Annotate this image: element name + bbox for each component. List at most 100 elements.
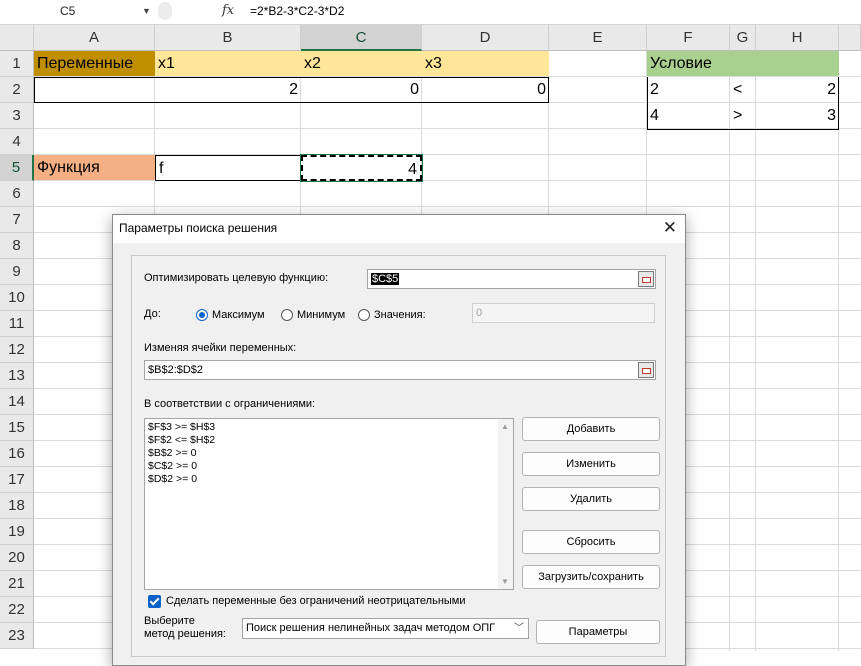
cell-f2[interactable]: 2 (647, 77, 730, 102)
range-select-icon[interactable] (638, 362, 654, 378)
radio-min-label[interactable]: Минимум (297, 309, 345, 321)
nonneg-checkbox[interactable] (148, 595, 161, 608)
gridline (729, 51, 730, 651)
cell-h2[interactable]: 2 (756, 77, 839, 102)
col-header-b[interactable]: B (155, 25, 301, 51)
delete-button[interactable]: Удалить (522, 487, 660, 511)
changing-cells-label: Изменяя ячейки переменных: (144, 342, 297, 354)
row-header-17[interactable]: 17 (0, 467, 34, 493)
radio-value-label[interactable]: Значения: (374, 309, 426, 321)
col-header-h[interactable]: H (756, 25, 839, 51)
row-header-18[interactable]: 18 (0, 493, 34, 519)
cell-d2[interactable]: 0 (422, 77, 549, 102)
row-header-16[interactable]: 16 (0, 441, 34, 467)
radio-max[interactable] (196, 309, 208, 321)
cell-b5[interactable]: f (155, 155, 301, 181)
col-header-g[interactable]: G (730, 25, 756, 51)
col-header-f[interactable]: F (647, 25, 730, 51)
formula-input[interactable]: =2*B2-3*C2-3*D2 (250, 1, 344, 22)
chevron-down-icon[interactable]: ﹀ (514, 619, 524, 638)
range-select-icon[interactable] (638, 271, 654, 287)
chevron-down-icon[interactable]: ▼ (142, 1, 151, 22)
col-header-a[interactable]: A (34, 25, 155, 51)
list-item[interactable]: $F$2 <= $H$2 (145, 434, 513, 447)
cell-h3[interactable]: 3 (756, 103, 839, 128)
list-item[interactable]: $C$2 >= 0 (145, 460, 513, 473)
cell-g3[interactable]: > (730, 103, 756, 128)
row-header-8[interactable]: 8 (0, 233, 34, 259)
row-header-4[interactable]: 4 (0, 129, 34, 155)
objective-input[interactable]: $C$5 (367, 269, 656, 289)
cell-g2[interactable]: < (730, 77, 756, 102)
radio-max-label[interactable]: Максимум (212, 309, 265, 321)
formula-bar-grip (158, 2, 172, 20)
cell-c2[interactable]: 0 (301, 77, 422, 102)
row-header-15[interactable]: 15 (0, 415, 34, 441)
row-header-10[interactable]: 10 (0, 285, 34, 311)
row-header-9[interactable]: 9 (0, 259, 34, 285)
row-header-22[interactable]: 22 (0, 597, 34, 623)
name-box-value: C5 (60, 4, 76, 18)
row-header-21[interactable]: 21 (0, 571, 34, 597)
changing-cells-value: $B$2:$D$2 (148, 364, 204, 376)
gridline (34, 206, 861, 207)
row-header-13[interactable]: 13 (0, 363, 34, 389)
scroll-down-icon[interactable]: ▼ (501, 577, 509, 586)
add-button[interactable]: Добавить (522, 417, 660, 441)
col-header-d[interactable]: D (422, 25, 549, 51)
list-item[interactable]: $B$2 >= 0 (145, 447, 513, 460)
list-item[interactable]: $D$2 >= 0 (145, 473, 513, 486)
constraints-scrollbar[interactable]: ▲ ▼ (498, 419, 513, 589)
dialog-titlebar[interactable]: Параметры поиска решения ✕ (113, 215, 685, 243)
objective-value: $C$5 (371, 273, 400, 285)
options-button[interactable]: Параметры (536, 620, 660, 644)
row-header-20[interactable]: 20 (0, 545, 34, 571)
cell-c5-active[interactable]: 4 (300, 154, 423, 182)
cell-b1[interactable]: x1 (155, 51, 301, 76)
value-input[interactable]: 0 (472, 303, 655, 323)
col-header-c[interactable]: C (301, 25, 422, 51)
nonneg-checkbox-label[interactable]: Сделать переменные без ограничений неотр… (166, 595, 466, 607)
objective-label: Оптимизировать целевую функцию: (144, 272, 329, 284)
scroll-up-icon[interactable]: ▲ (501, 422, 509, 431)
cell-f1[interactable]: Условие (647, 51, 839, 76)
radio-min[interactable] (281, 309, 293, 321)
function-icon[interactable]: fx (222, 1, 234, 21)
col-header-i[interactable] (839, 25, 861, 51)
row-header-2[interactable]: 2 (0, 77, 34, 103)
row-header-19[interactable]: 19 (0, 519, 34, 545)
radio-value[interactable] (358, 309, 370, 321)
method-select-value: Поиск решения нелинейных задач методом О… (246, 622, 496, 634)
gridline (755, 51, 756, 651)
row-header-23[interactable]: 23 (0, 623, 34, 649)
row-header-14[interactable]: 14 (0, 389, 34, 415)
col-header-e[interactable]: E (549, 25, 647, 51)
row-header-5[interactable]: 5 (0, 155, 34, 181)
cell-d1[interactable]: x3 (422, 51, 549, 76)
name-box[interactable]: C5 ▼ (0, 1, 151, 22)
changing-cells-input[interactable]: $B$2:$D$2 (144, 360, 656, 380)
load-save-button[interactable]: Загрузить/сохранить (522, 565, 660, 589)
dialog-title: Параметры поиска решения (119, 221, 278, 235)
gridline (838, 51, 839, 651)
row-header-1[interactable]: 1 (0, 51, 34, 77)
cell-a5[interactable]: Функция (34, 155, 155, 180)
reset-button[interactable]: Сбросить (522, 530, 660, 554)
change-button[interactable]: Изменить (522, 452, 660, 476)
row-header-3[interactable]: 3 (0, 103, 34, 129)
row-header-7[interactable]: 7 (0, 207, 34, 233)
row-header-12[interactable]: 12 (0, 337, 34, 363)
close-icon[interactable]: ✕ (663, 218, 677, 238)
to-label: До: (144, 308, 161, 320)
row-header-6[interactable]: 6 (0, 181, 34, 207)
constraints-list[interactable]: $F$3 >= $H$3 $F$2 <= $H$2 $B$2 >= 0 $C$2… (144, 418, 514, 590)
method-label-line2: метод решения: (144, 628, 226, 640)
select-all-corner[interactable] (0, 25, 34, 51)
list-item[interactable]: $F$3 >= $H$3 (145, 421, 513, 434)
cell-b2[interactable]: 2 (155, 77, 301, 102)
method-select[interactable]: Поиск решения нелинейных задач методом О… (242, 618, 529, 639)
cell-a1[interactable]: Переменные (34, 51, 155, 76)
row-header-11[interactable]: 11 (0, 311, 34, 337)
cell-c1[interactable]: x2 (301, 51, 422, 76)
cell-f3[interactable]: 4 (647, 103, 730, 128)
